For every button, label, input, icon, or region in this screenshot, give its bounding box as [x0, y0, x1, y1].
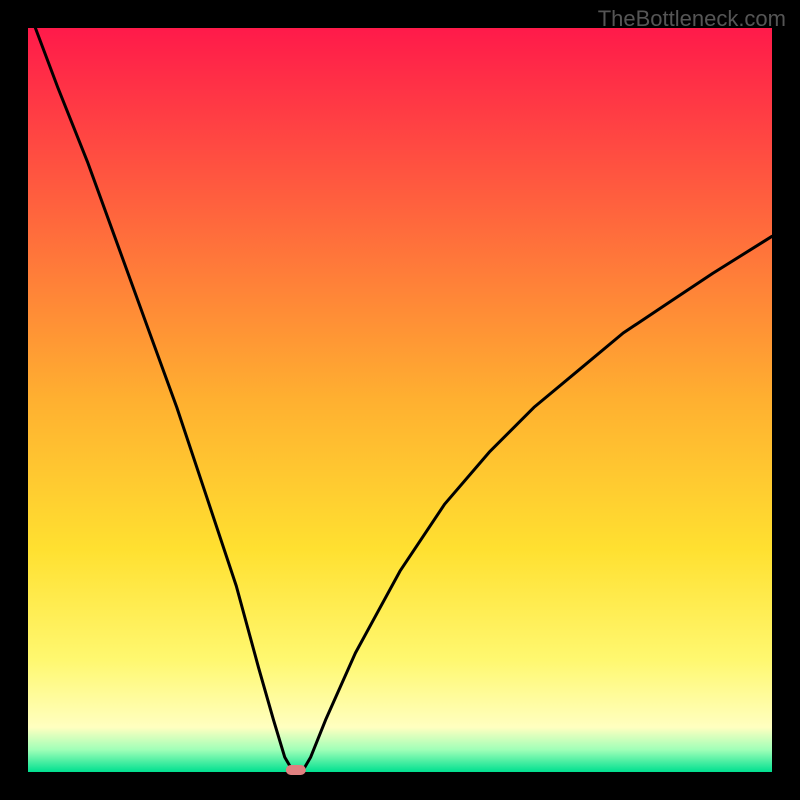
bottleneck-chart: TheBottleneck.com	[0, 0, 800, 800]
chart-svg	[0, 0, 800, 800]
plot-area	[28, 28, 772, 772]
optimal-marker	[286, 765, 306, 775]
